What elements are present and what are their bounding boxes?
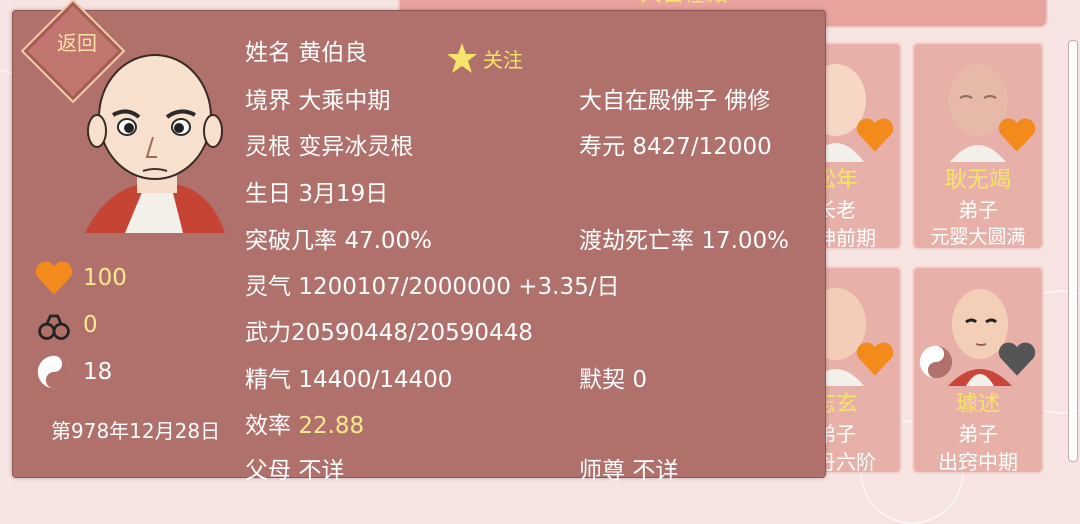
parents-row: 父母 不详 xyxy=(245,451,344,485)
favor-value: 100 xyxy=(83,265,127,291)
master-row: 师尊 不详 xyxy=(579,451,678,485)
birthday-value: 3月19日 xyxy=(298,181,389,207)
heart-icon xyxy=(856,342,894,376)
tacit-value: 0 xyxy=(632,367,647,393)
tribulation-row: 渡劫死亡率 17.00% xyxy=(579,221,789,255)
efficiency-row: 效率 22.88 xyxy=(245,406,364,440)
birthday-label: 生日 xyxy=(245,181,291,207)
master-value: 不详 xyxy=(632,458,679,484)
tacit-row: 默契 0 xyxy=(579,360,647,394)
card-name: 璩述 xyxy=(955,392,1000,417)
realm-value: 大乘中期 xyxy=(298,88,391,114)
star-icon xyxy=(447,43,477,73)
root-value: 变异冰灵根 xyxy=(298,134,414,160)
root-label: 灵根 xyxy=(245,134,291,160)
essence-label: 精气 xyxy=(245,367,291,393)
parents-value: 不详 xyxy=(298,458,345,484)
card-rank: 弟子 xyxy=(958,422,998,446)
shackles-icon xyxy=(38,314,70,340)
follow-label: 关注 xyxy=(483,47,523,72)
name-label: 姓名 xyxy=(245,40,291,66)
taiji-icon xyxy=(37,355,71,389)
character-card[interactable]: 璩述 弟子 出窍中期 xyxy=(912,266,1044,474)
shackles-value: 0 xyxy=(83,312,98,338)
qi-row: 灵气 1200107/2000000 +3.35/日 xyxy=(245,267,619,301)
master-label: 师尊 xyxy=(579,458,625,484)
card-rank: 弟子 xyxy=(958,198,998,222)
breakthrough-row: 突破几率 47.00% xyxy=(245,221,432,255)
heart-icon xyxy=(856,118,894,152)
force-value: 20590448/20590448 xyxy=(291,320,533,346)
efficiency-label: 效率 xyxy=(245,413,291,439)
qi-value: 1200107/2000000 +3.35/日 xyxy=(298,274,620,300)
name-row: 姓名 黄伯良 xyxy=(245,33,367,67)
tribulation-value: 17.00% xyxy=(701,228,790,254)
lifespan-row: 寿元 8427/12000 xyxy=(579,127,772,161)
tribulation-label: 渡劫死亡率 xyxy=(579,228,694,254)
taiji-icon xyxy=(919,345,953,379)
force-row: 武力20590448/20590448 xyxy=(245,313,533,347)
sect-title: 大自在殿佛子 xyxy=(579,88,717,114)
taiji-stat: 18 xyxy=(35,354,112,390)
realm-label: 境界 xyxy=(245,88,291,114)
breakthrough-label: 突破几率 xyxy=(245,228,337,254)
name-value: 黄伯良 xyxy=(298,40,368,66)
cultivation-type: 佛修 xyxy=(724,88,771,114)
realm-row: 境界 大乘中期 xyxy=(245,81,390,115)
card-realm: 出窍中期 xyxy=(938,450,1018,474)
game-date: 第978年12月28日 xyxy=(51,419,221,443)
heart-icon xyxy=(35,261,73,295)
shackles-stat: 0 xyxy=(35,307,98,343)
force-label: 武力 xyxy=(245,320,291,346)
essence-value: 14400/14400 xyxy=(298,367,453,393)
follow-button[interactable]: 关注 xyxy=(445,41,523,75)
character-detail-panel: 100 0 18 第978年12月28日 姓名 黄伯良 关注 境界 大乘中期 大… xyxy=(12,10,826,484)
card-name: 耿无竭 xyxy=(944,168,1011,193)
sect-row: 大自在殿佛子 佛修 xyxy=(579,81,770,115)
birthday-row: 生日 3月19日 xyxy=(245,174,388,208)
qi-label: 灵气 xyxy=(245,274,291,300)
heart-icon xyxy=(998,118,1036,152)
card-realm: 元婴大圆满 xyxy=(930,226,1026,248)
parents-label: 父母 xyxy=(245,458,291,484)
root-row: 灵根 变异冰灵根 xyxy=(245,127,413,161)
taiji-value: 18 xyxy=(83,359,113,385)
character-card[interactable]: 耿无竭 弟子 元婴大圆满 xyxy=(912,42,1044,250)
favor-stat: 100 xyxy=(35,260,127,296)
lifespan-label: 寿元 xyxy=(579,134,625,160)
tacit-label: 默契 xyxy=(579,367,625,393)
list-scrollbar[interactable] xyxy=(1068,40,1078,462)
top-tab-label: 大自在殿 xyxy=(640,0,728,8)
character-avatar xyxy=(85,54,225,233)
essence-row: 精气 14400/14400 xyxy=(245,360,452,394)
breakthrough-value: 47.00% xyxy=(344,228,433,254)
heart-icon xyxy=(998,342,1036,376)
back-label[interactable]: 返回 xyxy=(45,27,109,56)
efficiency-value: 22.88 xyxy=(298,413,365,439)
lifespan-value: 8427/12000 xyxy=(632,134,772,160)
